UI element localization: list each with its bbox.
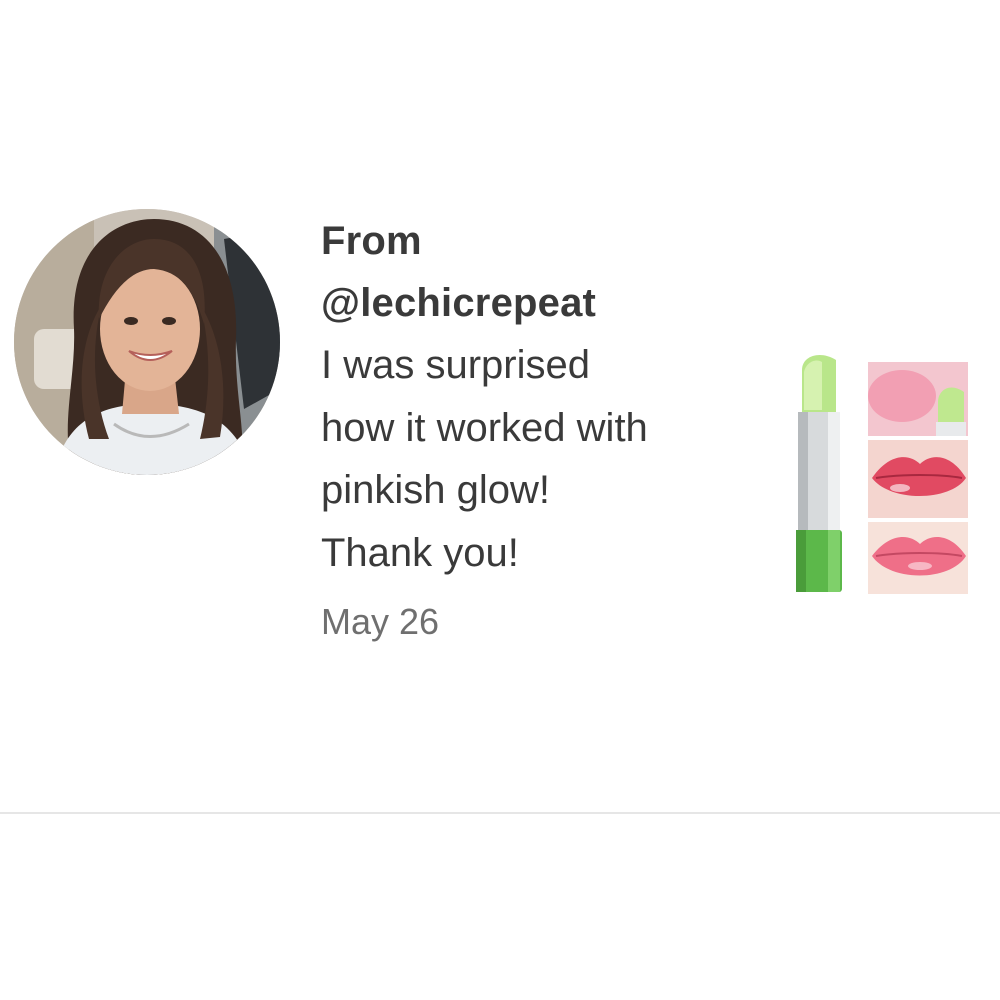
author-prefix: From	[321, 219, 422, 263]
review-content: From @lechicrepeat I was surprised how i…	[321, 210, 701, 644]
lipstick-product-icon	[796, 355, 968, 594]
author-handle[interactable]: @lechicrepeat	[321, 272, 701, 334]
review-card: From @lechicrepeat I was surprised how i…	[0, 0, 1000, 1000]
divider	[0, 812, 1000, 814]
avatar[interactable]	[14, 209, 280, 475]
review-date: May 26	[321, 601, 440, 642]
avatar-photo	[14, 209, 280, 475]
product-thumbnail[interactable]	[790, 352, 970, 596]
review-message: I was surprised how it worked with pinki…	[321, 343, 648, 575]
